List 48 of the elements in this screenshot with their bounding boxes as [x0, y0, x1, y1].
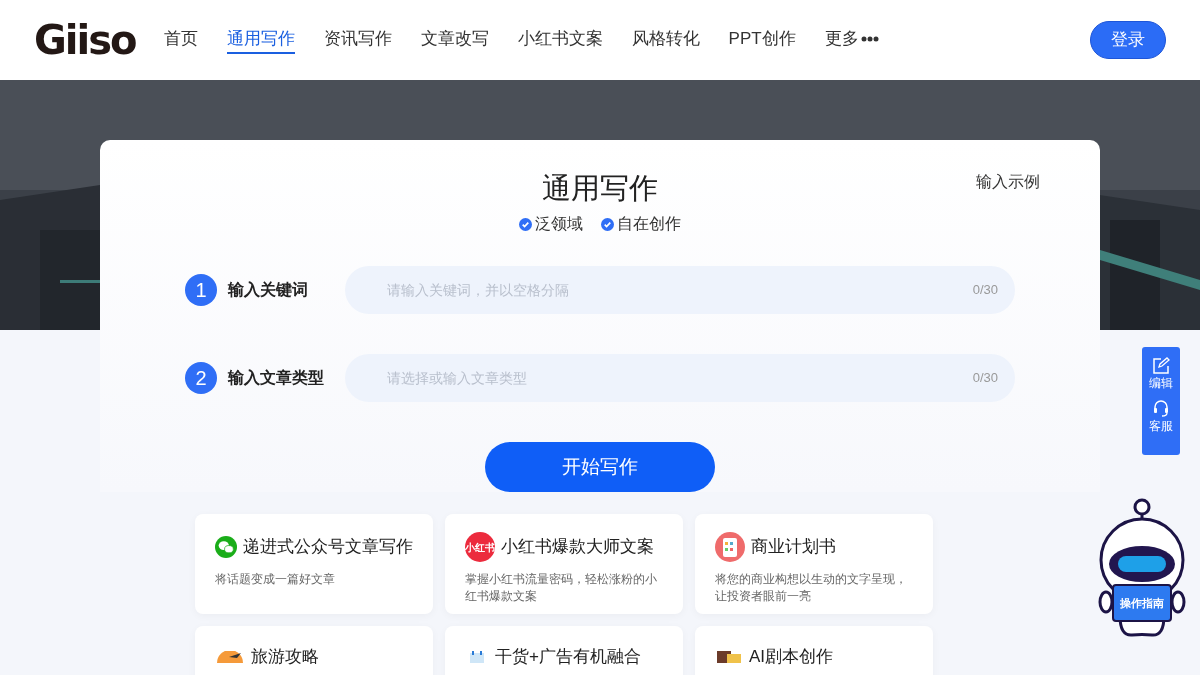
template-card[interactable]: 商业计划书 将您的商业构想以生动的文字呈现，让投资者眼前一亮 — [695, 514, 933, 614]
card-title: AI剧本创作 — [749, 646, 834, 668]
more-icon — [860, 35, 879, 42]
brand-badge-icon: 小红书 — [465, 532, 495, 562]
template-card[interactable]: 干货+广告有机融合 — [445, 626, 683, 675]
card-title: 小红书爆款大师文案 — [501, 536, 654, 559]
panel-title: 通用写作 — [542, 171, 658, 206]
nav-link[interactable]: 文章改写 — [420, 25, 489, 55]
card-description: 掌握小红书流量密码，轻松涨粉的小红书爆款文案 — [465, 571, 658, 605]
nav-link[interactable]: 首页 — [163, 25, 198, 55]
step-number: 1 — [185, 274, 217, 306]
template-card[interactable]: 小红书 小红书爆款大师文案 掌握小红书流量密码，轻松涨粉的小红书爆款文案 — [445, 514, 683, 614]
side-tool-label[interactable]: 编辑 — [1149, 375, 1173, 391]
check-icon — [601, 217, 614, 231]
nav-link[interactable]: 小红书文案 — [517, 25, 603, 55]
card-description: 将话题变成一篇好文章 — [215, 571, 336, 588]
start-writing-button[interactable]: 开始写作 — [485, 442, 715, 492]
check-icon — [519, 217, 532, 231]
nav-link[interactable]: 风格转化 — [631, 25, 700, 55]
side-tool-label[interactable]: 客服 — [1149, 418, 1173, 434]
step-label: 输入文章类型 — [228, 368, 325, 388]
card-title: 递进式公众号文章写作 — [243, 536, 413, 559]
login-button[interactable]: 登录 — [1090, 21, 1166, 59]
template-card[interactable]: 递进式公众号文章写作 将话题变成一篇好文章 — [195, 514, 433, 614]
card-title: 干货+广告有机融合 — [495, 646, 641, 668]
feature-label: 泛领域 — [535, 214, 583, 234]
nav-link[interactable]: 通用写作 — [226, 25, 295, 55]
nav-link[interactable]: PPT创作 — [728, 25, 796, 55]
headset-icon — [1152, 399, 1170, 417]
edit-icon — [1152, 357, 1170, 374]
feature-label: 自在创作 — [617, 214, 681, 234]
film-icon — [715, 650, 743, 663]
card-description: 将您的商业构想以生动的文字呈现，让投资者眼前一亮 — [715, 571, 908, 605]
example-link[interactable]: 输入示例 — [976, 170, 1040, 194]
step-label: 输入关键词 — [228, 280, 309, 300]
clipboard-icon — [715, 532, 745, 562]
card-title: 商业计划书 — [751, 536, 836, 559]
guide-label[interactable]: 操作指南 — [1112, 584, 1172, 622]
template-card[interactable]: AI剧本创作 — [695, 626, 933, 675]
sunset-plane-icon — [215, 650, 245, 663]
nav-link[interactable]: 更多 — [824, 25, 879, 55]
step-number: 2 — [185, 362, 217, 394]
template-card[interactable]: 旅游攻略 — [195, 626, 433, 675]
logo[interactable]: Giiso — [34, 10, 136, 70]
card-title: 旅游攻略 — [251, 646, 319, 668]
char-counter: 0/30 — [972, 369, 998, 388]
char-counter: 0/30 — [972, 281, 998, 300]
nav-link[interactable]: 资讯写作 — [323, 25, 392, 55]
